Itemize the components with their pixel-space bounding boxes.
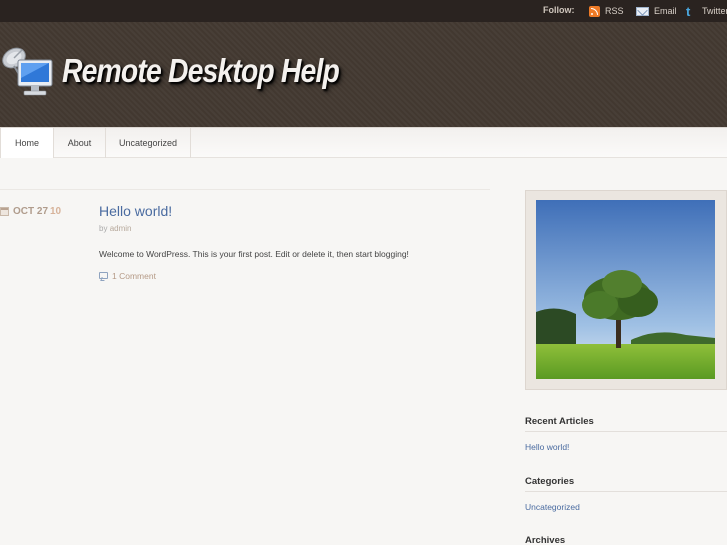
post-excerpt: Welcome to WordPress. This is your first… bbox=[99, 249, 409, 259]
comment-icon bbox=[99, 272, 108, 279]
site-header: Remote Desktop Help bbox=[0, 22, 727, 127]
site-title[interactable]: Remote Desktop Help bbox=[62, 52, 340, 90]
twitter-link[interactable]: t Twitter bbox=[686, 3, 727, 19]
nav-item-uncategorized[interactable]: Uncategorized bbox=[106, 128, 191, 158]
twitter-label: Twitter bbox=[702, 6, 727, 16]
email-link[interactable]: Email bbox=[636, 3, 677, 19]
tree-in-meadow-photo bbox=[536, 200, 715, 379]
twitter-icon: t bbox=[686, 3, 691, 19]
rss-link[interactable]: RSS bbox=[589, 3, 624, 19]
byline-prefix: by bbox=[99, 224, 108, 233]
satellite-computer-icon[interactable] bbox=[0, 40, 56, 102]
follow-label: Follow: bbox=[543, 5, 575, 15]
widget-title-archives: Archives bbox=[525, 535, 566, 545]
category-link-uncategorized[interactable]: Uncategorized bbox=[525, 502, 580, 512]
post-byline: by admin bbox=[99, 224, 131, 233]
widget-title-recent-articles: Recent Articles bbox=[525, 416, 594, 427]
nav-item-home[interactable]: Home bbox=[0, 128, 54, 158]
recent-article-link[interactable]: Hello world! bbox=[525, 442, 569, 452]
email-icon bbox=[636, 6, 649, 16]
widget-divider bbox=[525, 431, 727, 432]
email-label: Email bbox=[654, 6, 677, 16]
post-author-link[interactable]: admin bbox=[110, 224, 132, 233]
widget-title-categories: Categories bbox=[525, 476, 575, 487]
calendar-icon bbox=[0, 207, 9, 216]
main-nav: Home About Uncategorized bbox=[0, 127, 727, 158]
widget-divider bbox=[525, 491, 727, 492]
post-title-link[interactable]: Hello world! bbox=[99, 203, 172, 219]
post-year: 10 bbox=[50, 206, 62, 217]
post-date: OCT 27 bbox=[13, 206, 49, 217]
comments-link[interactable]: 1 Comment bbox=[112, 271, 156, 281]
top-bar: Follow: RSS Email t Twitter bbox=[0, 0, 727, 22]
content-divider bbox=[0, 189, 490, 190]
rss-icon bbox=[589, 5, 600, 17]
nav-item-about[interactable]: About bbox=[54, 128, 106, 158]
rss-label: RSS bbox=[605, 6, 624, 16]
